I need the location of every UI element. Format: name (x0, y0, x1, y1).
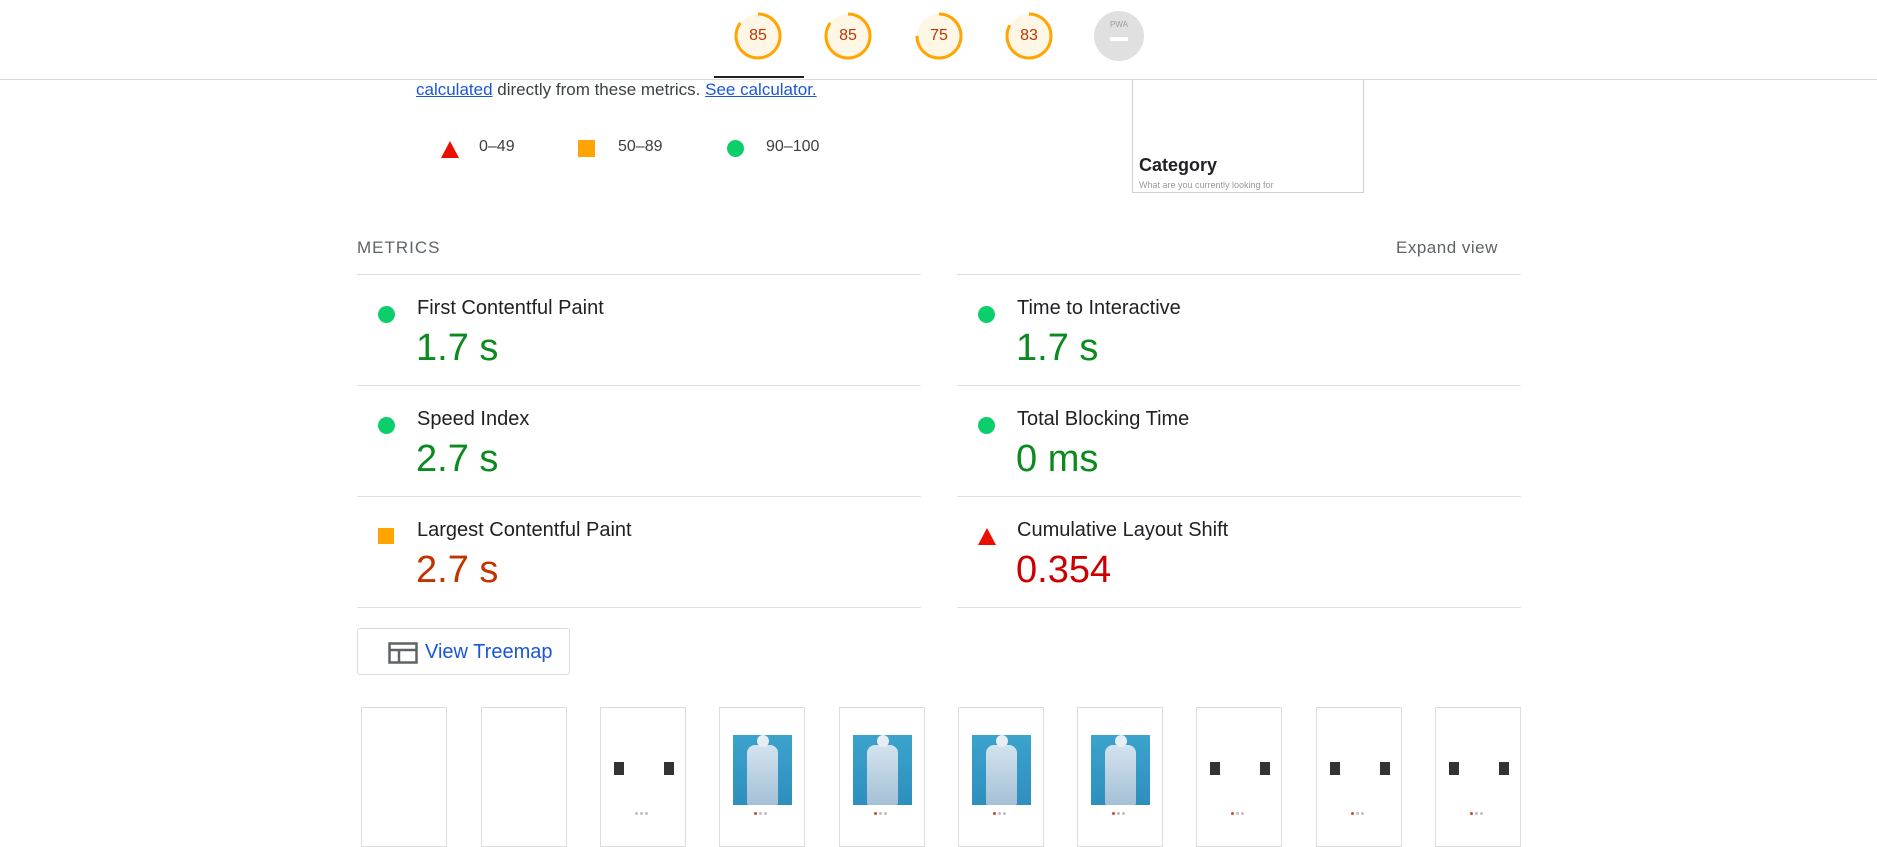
placeholder-block (664, 762, 674, 775)
filmstrip-frame (481, 707, 567, 847)
metric-label: Cumulative Layout Shift (1017, 519, 1229, 541)
pass-circle-icon (978, 306, 995, 323)
expand-view-toggle[interactable]: Expand view (1396, 238, 1498, 258)
metric-label: Total Blocking Time (1017, 408, 1190, 430)
placeholder-block (1499, 762, 1509, 775)
metric-label: First Contentful Paint (417, 297, 604, 319)
legend-fail-range: 0–49 (479, 138, 515, 155)
placeholder-block (1330, 762, 1340, 775)
carousel-dots (1470, 812, 1490, 816)
metric-label: Largest Contentful Paint (417, 519, 632, 541)
pass-circle-icon (378, 306, 395, 323)
divider (357, 496, 921, 497)
divider (357, 385, 921, 386)
product-image (1091, 735, 1150, 805)
score-value: 75 (930, 27, 948, 44)
seo-score-gauge[interactable]: 83 (1004, 11, 1054, 61)
filmstrip-frame (839, 707, 925, 847)
accessibility-score-gauge[interactable]: 85 (823, 11, 873, 61)
metric-value: 1.7 s (416, 327, 499, 369)
fail-triangle-icon (441, 141, 459, 158)
pwa-dash-icon (1110, 37, 1128, 41)
divider (957, 385, 1521, 386)
filmstrip-frame (719, 707, 805, 847)
placeholder-block (1260, 762, 1270, 775)
legend-pass-range: 90–100 (766, 138, 820, 155)
placeholder-block (1449, 762, 1459, 775)
score-header: 85 85 75 83 PWA (0, 0, 1877, 80)
pass-circle-icon (978, 417, 995, 434)
legend-average-range: 50–89 (618, 138, 663, 155)
product-image (853, 735, 912, 805)
average-square-icon (378, 528, 394, 544)
treemap-icon (388, 642, 418, 664)
pwa-badge[interactable]: PWA (1094, 11, 1144, 61)
metric-value: 1.7 s (1016, 327, 1099, 369)
divider (957, 607, 1521, 608)
pass-circle-icon (727, 140, 744, 157)
carousel-dots (635, 812, 655, 816)
score-value: 85 (839, 27, 857, 44)
product-image (972, 735, 1031, 805)
filmstrip-frame (958, 707, 1044, 847)
metric-label: Speed Index (417, 408, 530, 430)
divider (957, 496, 1521, 497)
metric-value: 2.7 s (416, 438, 499, 480)
divider (957, 274, 1521, 275)
filmstrip-frame (1196, 707, 1282, 847)
filmstrip-frame (600, 707, 686, 847)
calculated-link[interactable]: calculated (416, 80, 493, 99)
filmstrip-frame (361, 707, 447, 847)
metric-label: Time to Interactive (1017, 297, 1181, 319)
filmstrip-frame (1316, 707, 1402, 847)
score-description: calculated directly from these metrics. … (416, 80, 817, 100)
intro-text: directly from these metrics. (492, 80, 706, 99)
placeholder-block (1210, 762, 1220, 775)
filmstrip-frame (1077, 707, 1163, 847)
carousel-dots (874, 812, 894, 816)
performance-score-gauge[interactable]: 85 (733, 11, 783, 61)
score-value: 85 (749, 27, 767, 44)
view-treemap-label: View Treemap (425, 641, 553, 663)
carousel-dots (993, 812, 1013, 816)
average-square-icon (578, 140, 595, 157)
active-tab-indicator (714, 76, 804, 78)
carousel-dots (1231, 812, 1251, 816)
metric-value: 0.354 (1016, 549, 1112, 591)
product-image (733, 735, 792, 805)
metric-value: 0 ms (1016, 438, 1099, 480)
carousel-dots (1351, 812, 1371, 816)
screenshot-subtext: What are you currently looking for (1139, 180, 1274, 190)
see-calculator-link[interactable]: See calculator. (705, 80, 817, 99)
metric-value: 2.7 s (416, 549, 499, 591)
view-treemap-button[interactable]: View Treemap (357, 628, 570, 675)
fail-triangle-icon (978, 528, 996, 545)
pass-circle-icon (378, 417, 395, 434)
score-value: 83 (1020, 27, 1038, 44)
metrics-title: METRICS (357, 238, 441, 257)
best-practices-score-gauge[interactable]: 75 (914, 11, 964, 61)
screenshot-heading: Category (1139, 155, 1218, 175)
carousel-dots (754, 812, 774, 816)
divider (357, 607, 921, 608)
placeholder-block (1380, 762, 1390, 775)
filmstrip-frame (1435, 707, 1521, 847)
pwa-label: PWA (1110, 20, 1128, 29)
divider (357, 274, 921, 275)
placeholder-block (614, 762, 624, 775)
final-screenshot[interactable]: Category What are you currently looking … (1132, 72, 1364, 193)
carousel-dots (1112, 812, 1132, 816)
